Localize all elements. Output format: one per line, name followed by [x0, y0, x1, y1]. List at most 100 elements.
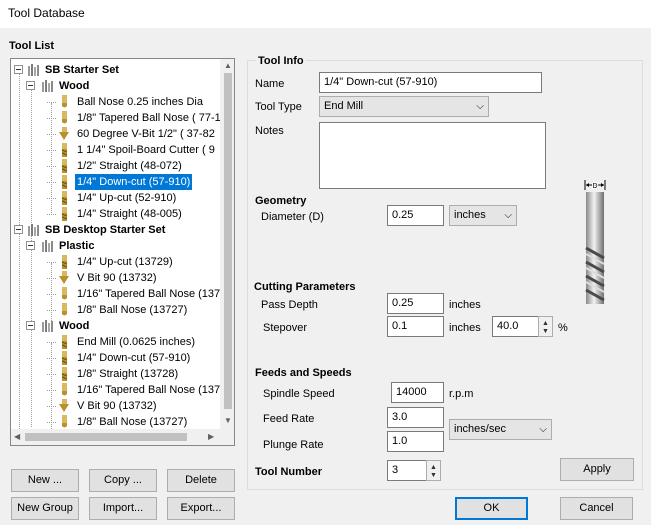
geometry-heading: Geometry	[255, 195, 307, 207]
tree-group-node[interactable]: Wood	[11, 318, 220, 334]
tree-group-node[interactable]: Wood	[11, 78, 220, 94]
tool-list-label: Tool List	[9, 40, 55, 52]
collapse-toggle-icon[interactable]	[26, 241, 35, 250]
tool-tree-content: SB Starter Set Wood Ball Nose 0.25 inches …	[11, 59, 220, 429]
ok-button[interactable]: OK	[455, 497, 528, 520]
tree-connector	[47, 310, 56, 311]
stepover-percent-spinner[interactable]: ▲ ▼	[538, 316, 553, 337]
scroll-corner	[220, 429, 234, 445]
tree-tool-node[interactable]: 1 1/4" Spoil-Board Cutter ( 9	[11, 142, 220, 158]
tool-number-input[interactable]: 3	[387, 460, 427, 481]
scroll-left-arrow-icon[interactable]: ◀	[14, 433, 20, 441]
feeds-speeds-heading: Feeds and Speeds	[255, 367, 352, 379]
cancel-button[interactable]: Cancel	[560, 497, 633, 520]
tree-node-label: Plastic	[59, 240, 95, 252]
spin-down-icon[interactable]: ▼	[430, 472, 437, 479]
diameter-units-select[interactable]: inches ⌵	[449, 205, 517, 226]
tree-node-label: 1/8" Ball Nose (13727)	[77, 416, 188, 428]
spin-down-icon[interactable]: ▼	[542, 328, 549, 335]
tree-node-label: 1 1/4" Spoil-Board Cutter ( 9	[77, 144, 215, 156]
tree-tool-node[interactable]: 1/16" Tapered Ball Nose (137	[11, 382, 220, 398]
spin-up-icon[interactable]: ▲	[542, 320, 549, 327]
scroll-down-arrow-icon[interactable]: ▼	[224, 417, 232, 425]
tree-tool-node[interactable]: 1/2" Straight (48-072)	[11, 158, 220, 174]
endmill-tool-icon	[57, 207, 71, 221]
stepover-input[interactable]: 0.1	[387, 316, 444, 337]
percent-sign: %	[558, 322, 568, 334]
spindle-speed-label: Spindle Speed	[263, 388, 335, 400]
tree-tool-node[interactable]: 1/8" Ball Nose (13727)	[11, 414, 220, 429]
endmill-tool-icon	[57, 335, 71, 349]
tree-connector	[47, 118, 56, 119]
notes-label: Notes	[255, 125, 284, 137]
vbit-tool-icon	[57, 127, 71, 141]
tree-tool-node[interactable]: 1/4" Down-cut (57-910)	[11, 350, 220, 366]
pass-depth-units: inches	[449, 299, 481, 311]
spindle-speed-input[interactable]: 14000	[391, 382, 444, 403]
vbit-tool-icon	[57, 399, 71, 413]
apply-button[interactable]: Apply	[560, 458, 634, 481]
notes-textarea[interactable]	[319, 122, 546, 189]
tree-tool-node[interactable]: V Bit 90 (13732)	[11, 398, 220, 414]
import-button[interactable]: Import...	[89, 497, 157, 520]
chevron-down-icon: ⌵	[476, 101, 484, 112]
scroll-right-arrow-icon[interactable]: ▶	[208, 433, 214, 441]
tree-connector	[47, 406, 56, 407]
collapse-toggle-icon[interactable]	[14, 225, 23, 234]
tree-horizontal-scrollbar[interactable]: ◀ ▶	[11, 429, 220, 445]
tree-connector	[47, 390, 56, 391]
new-group-button[interactable]: New Group	[11, 497, 79, 520]
tree-tool-node[interactable]: Ball Nose 0.25 inches Dia	[11, 94, 220, 110]
spin-up-icon[interactable]: ▲	[430, 464, 437, 471]
collapse-toggle-icon[interactable]	[26, 321, 35, 330]
pass-depth-input[interactable]: 0.25	[387, 293, 444, 314]
tool-number-spinner[interactable]: ▲ ▼	[426, 460, 441, 481]
feed-rate-input[interactable]: 3.0	[387, 407, 444, 428]
tree-tool-node[interactable]: 1/8" Ball Nose (13727)	[11, 302, 220, 318]
ballnose-tool-icon	[57, 111, 71, 125]
tree-tool-node[interactable]: 1/4" Down-cut (57-910)	[11, 173, 220, 191]
endmill-tool-icon	[57, 351, 71, 365]
plunge-rate-input[interactable]: 1.0	[387, 431, 444, 452]
tree-connector	[47, 422, 56, 423]
tree-vertical-scroll-thumb[interactable]	[224, 73, 232, 409]
delete-tool-button[interactable]: Delete	[167, 469, 235, 492]
tree-tool-node[interactable]: 1/4" Up-cut (13729)	[11, 254, 220, 270]
tree-tool-node[interactable]: 1/4" Straight (48-005)	[11, 206, 220, 222]
tree-node-label: Ball Nose 0.25 inches Dia	[77, 96, 203, 108]
tree-node-label: 60 Degree V-Bit 1/2" ( 37-82	[77, 128, 215, 140]
tree-horizontal-scroll-thumb[interactable]	[25, 433, 187, 441]
tool-type-select[interactable]: End Mill ⌵	[319, 96, 489, 117]
tree-tool-node[interactable]: 1/8" Straight (13728)	[11, 366, 220, 382]
chevron-down-icon: ⌵	[539, 424, 547, 435]
scroll-up-arrow-icon[interactable]: ▲	[224, 62, 232, 70]
export-button[interactable]: Export...	[167, 497, 235, 520]
diameter-input[interactable]: 0.25	[387, 205, 444, 226]
diameter-label: Diameter (D)	[261, 211, 324, 223]
collapse-toggle-icon[interactable]	[26, 81, 35, 90]
name-input[interactable]: 1/4" Down-cut (57-910)	[319, 72, 542, 93]
tree-tool-node[interactable]: 60 Degree V-Bit 1/2" ( 37-82	[11, 126, 220, 142]
tree-tool-node[interactable]: End Mill (0.0625 inches)	[11, 334, 220, 350]
tree-tool-node[interactable]: 1/8" Tapered Ball Nose ( 77-1	[11, 110, 220, 126]
stepover-percent-input[interactable]: 40.0	[492, 316, 539, 337]
end-mill-diagram-icon: D	[584, 180, 606, 304]
rate-units-select[interactable]: inches/sec ⌵	[449, 419, 552, 440]
tree-connector	[47, 214, 56, 215]
tool-tree[interactable]: SB Starter Set Wood Ball Nose 0.25 inches …	[10, 58, 235, 446]
tree-group-node[interactable]: Plastic	[11, 238, 220, 254]
tree-vertical-scrollbar[interactable]: ▲ ▼	[220, 59, 234, 429]
tree-connector	[47, 294, 56, 295]
tree-tool-node[interactable]: 1/16" Tapered Ball Nose (137	[11, 286, 220, 302]
tree-group-node[interactable]: SB Starter Set	[11, 62, 220, 78]
tree-node-label: V Bit 90 (13732)	[77, 400, 157, 412]
tree-group-node[interactable]: SB Desktop Starter Set	[11, 222, 220, 238]
tree-connector	[47, 134, 56, 135]
tree-tool-node[interactable]: 1/4" Up-cut (52-910)	[11, 190, 220, 206]
new-tool-button[interactable]: New ...	[11, 469, 79, 492]
copy-tool-button[interactable]: Copy ...	[89, 469, 157, 492]
tree-tool-node[interactable]: V Bit 90 (13732)	[11, 270, 220, 286]
tree-connector	[47, 278, 56, 279]
stepover-units: inches	[449, 322, 481, 334]
collapse-toggle-icon[interactable]	[14, 65, 23, 74]
